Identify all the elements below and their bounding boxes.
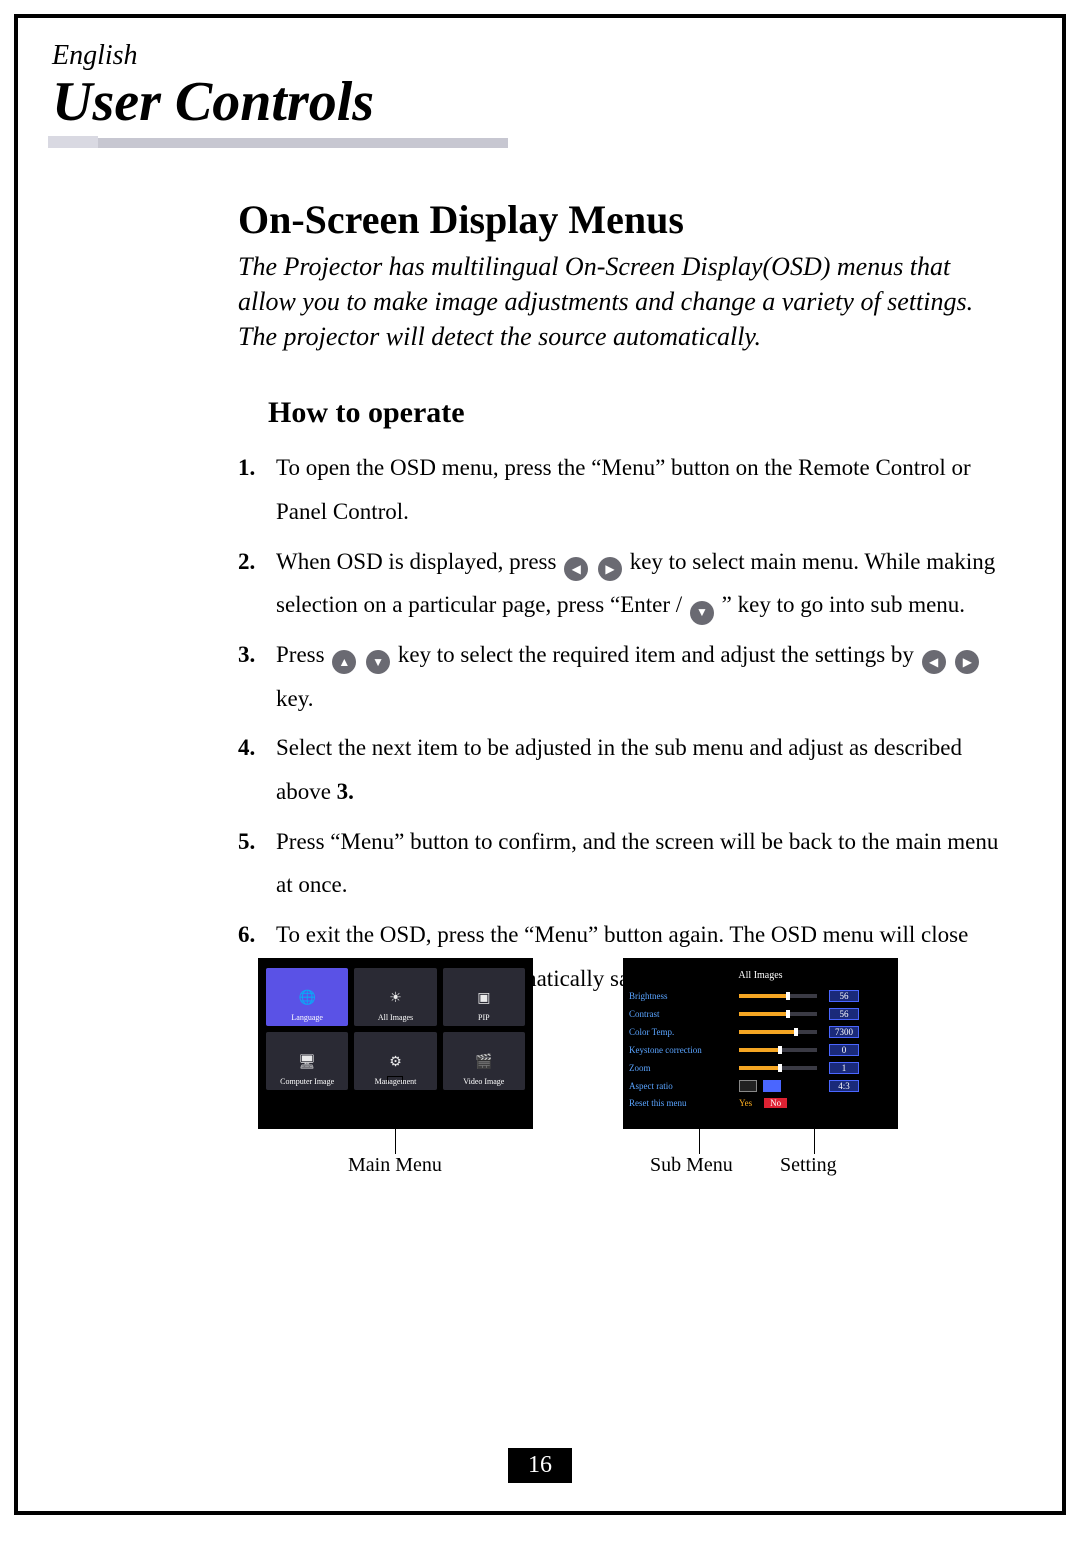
step-number: 5.: [238, 820, 266, 907]
title-underline: [48, 136, 1032, 148]
callout-cap: [690, 1080, 708, 1086]
video-icon: 🎬: [473, 1051, 495, 1073]
caption-main-menu: Main Menu: [348, 1154, 442, 1177]
osd-row-zoom: Zoom 1: [623, 1059, 898, 1077]
step-3: 3. Press key to select the required item…: [238, 633, 1002, 720]
step-text: When OSD is displayed, press key to sele…: [276, 540, 1002, 627]
sliders-icon: ☀: [384, 987, 406, 1009]
osd-row-colortemp: Color Temp. 7300: [623, 1023, 898, 1041]
caption-sub-menu: Sub Menu: [650, 1154, 733, 1177]
callout-line: [814, 1094, 815, 1154]
section-heading: On-Screen Display Menus: [238, 196, 1002, 243]
osd-tile-computer-image: 🖥 Computer Image: [266, 1032, 348, 1090]
step-1: 1. To open the OSD menu, press the “Menu…: [238, 446, 1002, 533]
step-4: 4. Select the next item to be adjusted i…: [238, 726, 1002, 813]
tile-label: Video Image: [463, 1077, 504, 1086]
callout-cap: [806, 1080, 822, 1086]
tile-label: Language: [291, 1013, 323, 1022]
left-arrow-icon: [922, 650, 946, 674]
row-label: Keystone correction: [623, 1041, 733, 1059]
osd-tile-video-image: 🎬 Video Image: [443, 1032, 525, 1090]
tile-label: PIP: [478, 1013, 490, 1022]
slider: [739, 1066, 817, 1070]
slider: [739, 1030, 817, 1034]
pip-icon: ▣: [473, 987, 495, 1009]
text-fragment: ” key to go into sub menu.: [722, 592, 965, 617]
row-value: 0: [829, 1044, 859, 1056]
slider: [739, 994, 817, 998]
row-label: Contrast: [623, 1005, 733, 1023]
step-5: 5. Press “Menu” button to confirm, and t…: [238, 820, 1002, 907]
slider: [739, 1048, 817, 1052]
osd-tile-language: 🌐 Language: [266, 968, 348, 1026]
management-icon: ⚙: [384, 1051, 406, 1073]
text-fragment: When OSD is displayed, press: [276, 549, 562, 574]
row-value: 7300: [829, 1026, 859, 1038]
left-arrow-icon: [564, 557, 588, 581]
row-label: Color Temp.: [623, 1023, 733, 1041]
caption-setting: Setting: [780, 1154, 837, 1177]
osd-row-contrast: Contrast 56: [623, 1005, 898, 1023]
tile-label: Computer Image: [280, 1077, 334, 1086]
step-number: 2.: [238, 540, 266, 627]
howto-heading: How to operate: [268, 396, 1002, 430]
step-number: 3.: [238, 633, 266, 720]
osd-row-aspect: Aspect ratio 4:3: [623, 1077, 898, 1095]
text-fragment: Press: [276, 642, 330, 667]
row-value: 56: [829, 1008, 859, 1020]
up-arrow-icon: [332, 650, 356, 674]
callout-cap: [387, 1076, 403, 1082]
osd-row-brightness: Brightness 56: [623, 987, 898, 1005]
text-fragment: 3.: [337, 779, 354, 804]
row-label: Zoom: [623, 1059, 733, 1077]
down-arrow-icon: [366, 650, 390, 674]
callout-line: [699, 1094, 700, 1154]
osd-row-keystone: Keystone correction 0: [623, 1041, 898, 1059]
language-label: English: [48, 40, 1032, 72]
right-arrow-icon: [598, 557, 622, 581]
step-2: 2. When OSD is displayed, press key to s…: [238, 540, 1002, 627]
row-label: Aspect ratio: [623, 1077, 733, 1095]
osd-tile-all-images: ☀ All Images: [354, 968, 436, 1026]
osd-sub-menu: All Images Brightness 56 Contrast 56 Col…: [623, 958, 898, 1129]
yes-no: Yes No: [739, 1098, 892, 1108]
aspect-16-9-icon: [763, 1080, 781, 1092]
tile-label: All Images: [378, 1013, 413, 1022]
yes-label: Yes: [739, 1098, 752, 1108]
monitor-icon: 🖥: [296, 1051, 318, 1073]
page-number: 16: [508, 1448, 572, 1483]
row-label: Brightness: [623, 987, 733, 1005]
down-arrow-icon: [690, 601, 714, 625]
slider: [739, 1012, 817, 1016]
step-number: 1.: [238, 446, 266, 533]
callout-line: [395, 1092, 396, 1154]
text-fragment: Select the next item to be adjusted in t…: [276, 735, 962, 804]
row-value: 56: [829, 990, 859, 1002]
osd-row-reset: Reset this menu Yes No: [623, 1095, 898, 1111]
step-number: 4.: [238, 726, 266, 813]
osd-sub-title: All Images: [623, 966, 898, 987]
step-text: Press key to select the required item an…: [276, 633, 1002, 720]
row-label: Reset this menu: [623, 1095, 733, 1111]
steps-list: 1. To open the OSD menu, press the “Menu…: [238, 446, 1002, 1000]
globe-icon: 🌐: [296, 987, 318, 1009]
step-text: To open the OSD menu, press the “Menu” b…: [276, 446, 1002, 533]
text-fragment: key to select the required item and adju…: [398, 642, 920, 667]
step-text: Press “Menu” button to confirm, and the …: [276, 820, 1002, 907]
row-value: 1: [829, 1062, 859, 1074]
page-title: User Controls: [48, 74, 1032, 130]
aspect-4-3-icon: [739, 1080, 757, 1092]
step-text: Select the next item to be adjusted in t…: [276, 726, 1002, 813]
right-arrow-icon: [955, 650, 979, 674]
row-value: 4:3: [829, 1080, 859, 1092]
no-label: No: [764, 1098, 787, 1108]
text-fragment: key.: [276, 686, 313, 711]
section-intro: The Projector has multilingual On-Screen…: [238, 249, 1002, 354]
osd-tile-pip: ▣ PIP: [443, 968, 525, 1026]
